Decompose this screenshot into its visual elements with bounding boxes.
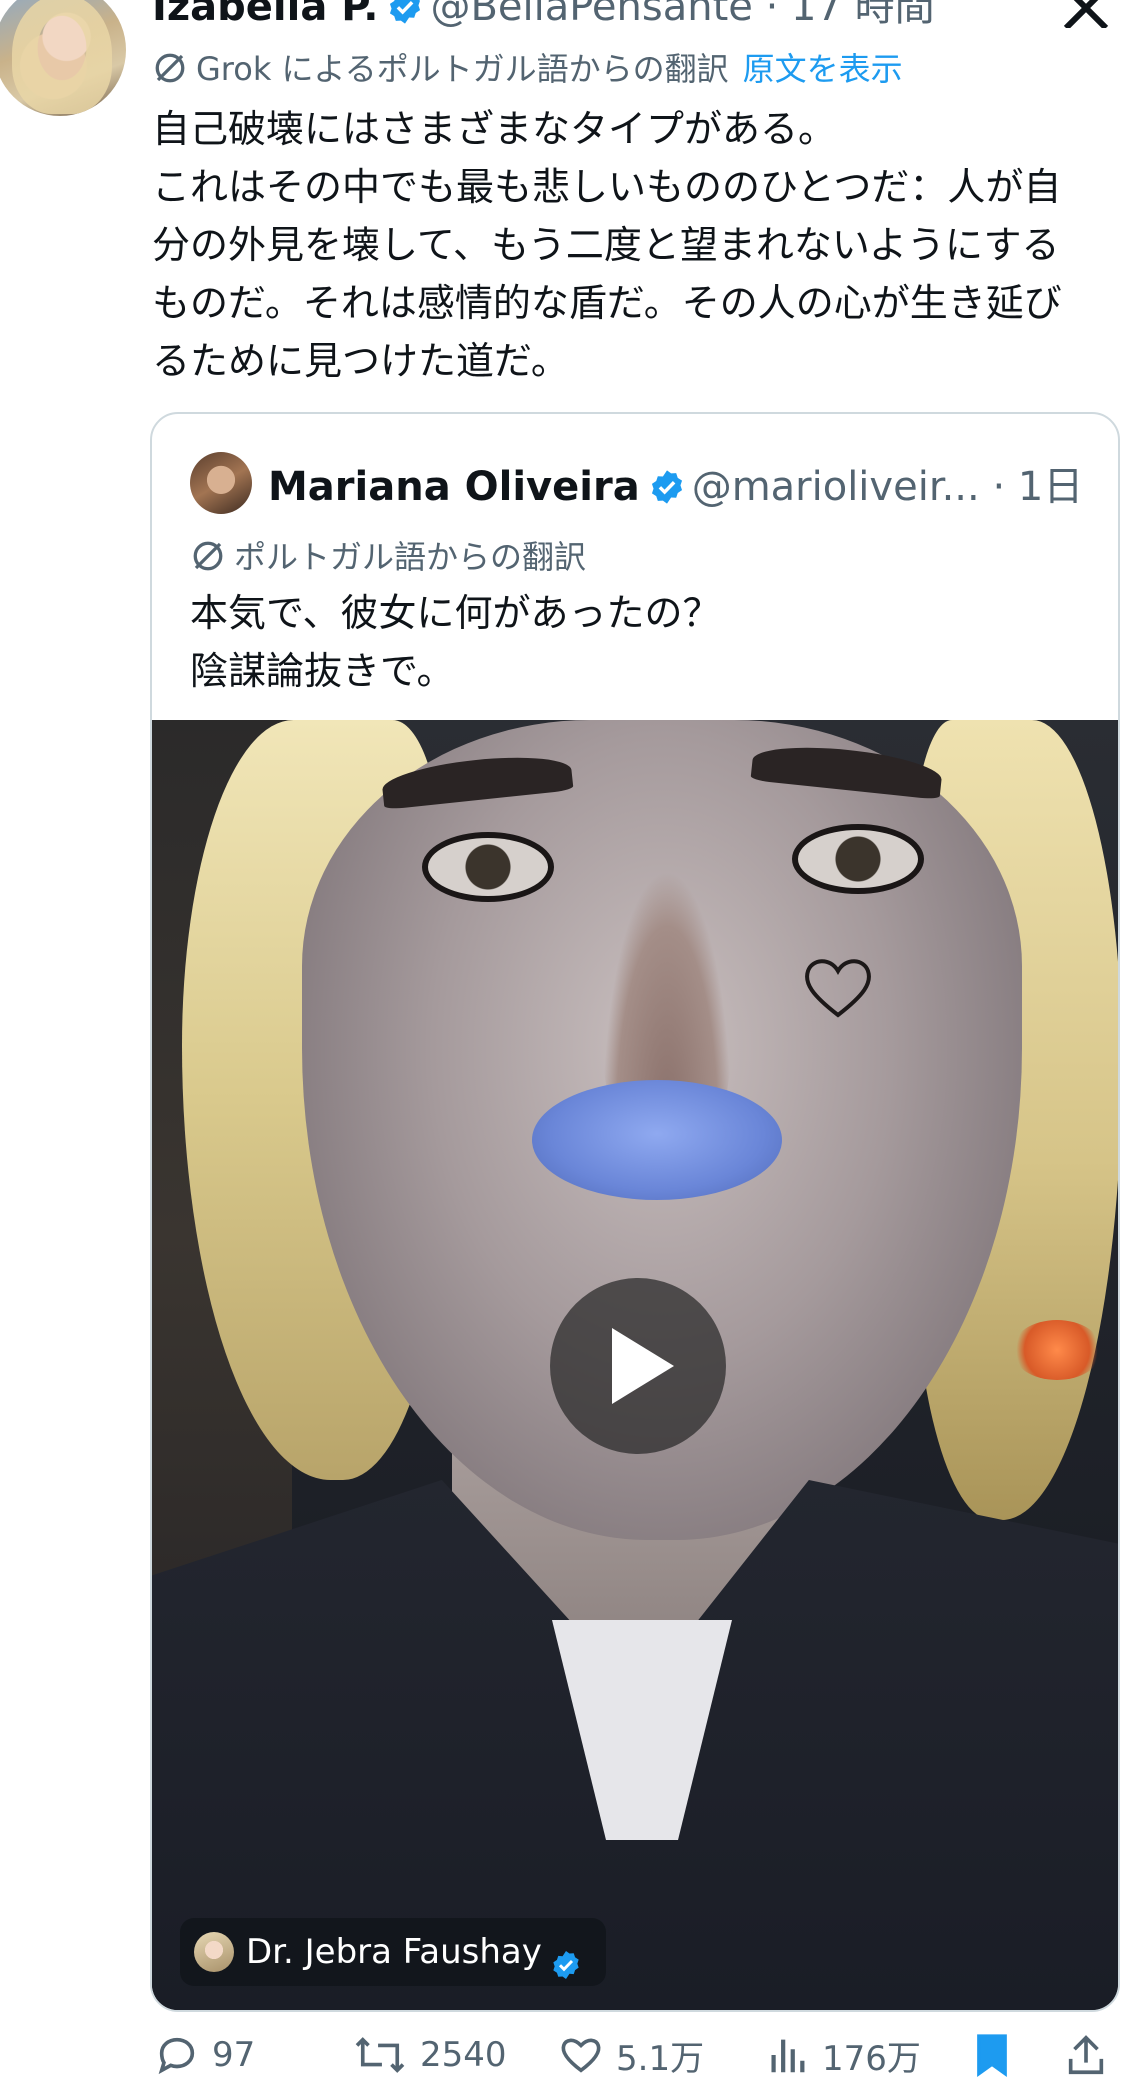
repost-count: 2540 — [420, 2035, 507, 2075]
quote-text: 本気で、彼女に何があったの？ 陰謀論抜きで。 — [190, 591, 721, 693]
x-close-icon[interactable] — [1060, 0, 1112, 31]
credit-avatar — [194, 1932, 234, 1972]
share-icon — [1068, 2035, 1104, 2075]
verified-badge-icon — [386, 0, 424, 26]
bookmark-icon — [977, 2034, 1007, 2077]
reply-button[interactable]: 97 — [154, 2030, 255, 2080]
repost-button[interactable]: 2540 — [352, 2030, 507, 2080]
video-thumbnail[interactable]: Dr. Jebra Faushay — [152, 720, 1118, 2010]
heart-drawing — [802, 955, 874, 1019]
show-original-link[interactable]: 原文を表示 — [743, 50, 903, 88]
quote-translation-note: ポルトガル語からの翻訳 — [190, 532, 586, 578]
play-button[interactable] — [550, 1278, 726, 1454]
author-avatar[interactable] — [0, 0, 126, 116]
views-button[interactable]: 176万 — [764, 2030, 921, 2080]
translation-note: Grok によるポルトガル語からの翻訳 原文を表示 — [152, 44, 903, 90]
reply-count: 97 — [212, 2035, 256, 2075]
tweet-author-line: Izabella P. @BellaPensante · 17 時間 — [152, 0, 935, 32]
reply-icon — [158, 2037, 195, 2075]
video-credit-name: Dr. Jebra Faushay — [246, 1932, 542, 1972]
views-count: 176万 — [822, 2038, 921, 2079]
video-eye-left — [422, 832, 554, 902]
quote-translation-text: ポルトガル語からの翻訳 — [234, 538, 587, 576]
quote-author-avatar[interactable] — [190, 452, 252, 514]
translate-icon — [152, 50, 188, 86]
video-lips — [532, 1080, 782, 1200]
quoted-tweet-card[interactable]: Mariana Oliveira @marioliveir... · 1日 ポルト… — [150, 412, 1120, 2012]
views-icon — [771, 2039, 805, 2073]
translation-note-text: Grok によるポルトガル語からの翻訳 — [196, 50, 729, 88]
like-count: 5.1万 — [616, 2038, 705, 2079]
verified-badge-icon — [648, 468, 686, 506]
like-icon — [561, 2038, 601, 2073]
tweet-time[interactable]: 17 時間 — [791, 0, 935, 30]
bookmark-button[interactable] — [972, 2030, 1024, 2080]
author-name[interactable]: Izabella P. — [152, 0, 378, 30]
tweet-text: 自己破壊にはさまざまなタイプがある。 これはその中でも最も悲しいもののひとつだ：… — [152, 107, 1062, 383]
like-button[interactable]: 5.1万 — [558, 2030, 704, 2080]
author-handle[interactable]: @BellaPensante — [430, 0, 752, 30]
video-credit-badge[interactable]: Dr. Jebra Faushay — [180, 1918, 606, 1986]
play-icon — [612, 1328, 674, 1404]
quote-time[interactable]: 1日 — [1018, 464, 1083, 510]
translate-icon — [190, 538, 226, 574]
repost-icon — [355, 2037, 405, 2073]
quote-author-handle[interactable]: @marioliveir... — [692, 464, 980, 510]
video-eye-right — [792, 824, 924, 894]
quote-author-line: Mariana Oliveira @marioliveir... · 1日 — [268, 464, 1084, 510]
quote-author-name[interactable]: Mariana Oliveira — [268, 464, 640, 510]
verified-badge-icon — [550, 1936, 582, 1979]
share-button[interactable] — [1064, 2030, 1120, 2080]
